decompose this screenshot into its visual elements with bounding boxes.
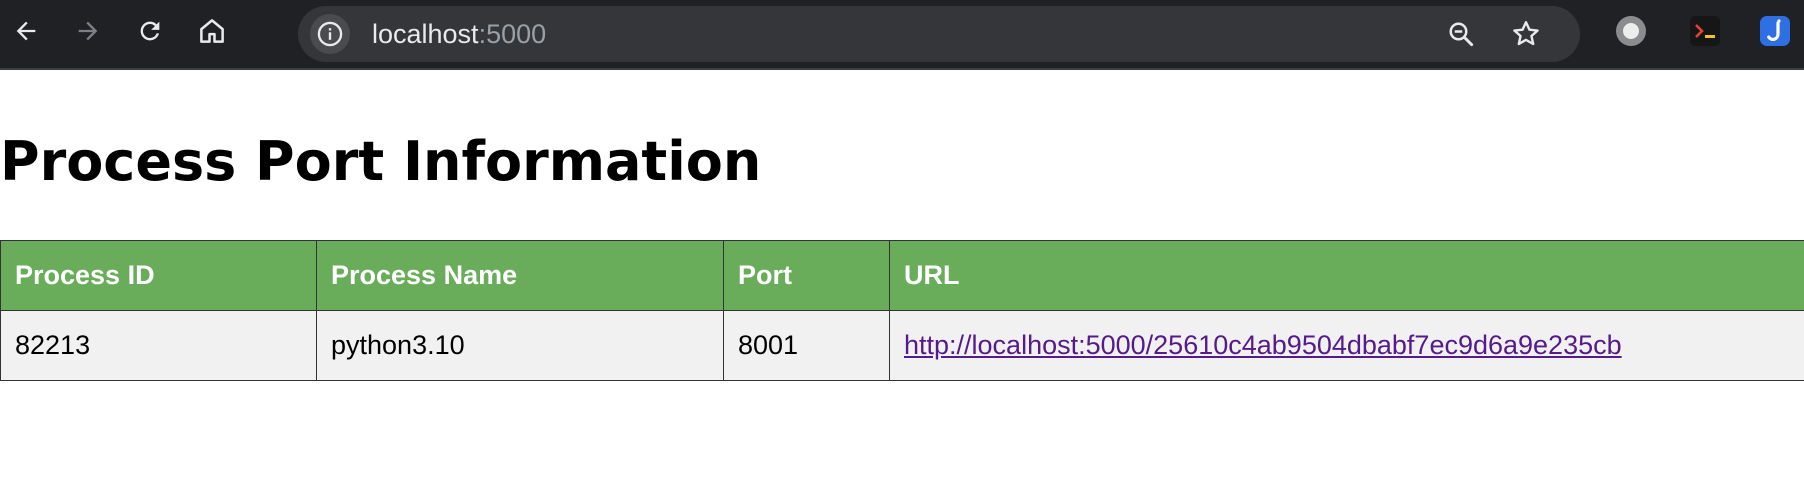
cell-process-id: 82213 — [0, 310, 317, 381]
star-icon — [1513, 21, 1539, 46]
cell-url: http://localhost:5000/25610c4ab9504dbabf… — [889, 310, 1804, 381]
address-bar[interactable]: localhost:5000 — [298, 6, 1580, 62]
back-button[interactable] — [6, 11, 46, 51]
extension-circle-button[interactable] — [1614, 14, 1648, 48]
forward-button[interactable] — [68, 11, 108, 51]
url-text[interactable]: localhost:5000 — [372, 19, 546, 49]
reload-icon — [140, 21, 160, 41]
url-port: :5000 — [478, 19, 547, 49]
cell-process-name: python3.10 — [316, 310, 724, 381]
j-extension-icon — [1760, 16, 1790, 46]
zoom-button[interactable] — [1446, 19, 1476, 53]
header-process-id: Process ID — [0, 240, 317, 311]
process-port-table: Process ID Process Name Port URL 82213 p… — [0, 240, 1804, 381]
header-port: Port — [723, 240, 890, 311]
table-row: 82213 python3.10 8001 http://localhost:5… — [0, 310, 1804, 381]
home-button[interactable] — [192, 11, 232, 51]
cell-port: 8001 — [723, 310, 890, 381]
process-url-link[interactable]: http://localhost:5000/25610c4ab9504dbabf… — [904, 330, 1622, 360]
table-header-row: Process ID Process Name Port URL — [0, 240, 1804, 311]
bookmark-button[interactable] — [1510, 18, 1542, 54]
circle-extension-icon — [1616, 16, 1646, 46]
arrow-right-icon — [78, 21, 98, 41]
home-icon — [200, 19, 224, 43]
extension-terminal-button[interactable] — [1688, 14, 1722, 48]
reload-button[interactable] — [130, 11, 170, 51]
page-title: Process Port Information — [0, 130, 762, 193]
header-url: URL — [889, 240, 1804, 311]
url-host: localhost — [372, 19, 479, 49]
site-info-button[interactable] — [310, 14, 350, 54]
extension-j-button[interactable] — [1758, 14, 1792, 48]
zoom-out-icon — [1449, 22, 1474, 47]
info-icon — [317, 21, 343, 47]
arrow-left-icon — [16, 21, 36, 41]
terminal-extension-icon — [1690, 16, 1720, 46]
header-process-name: Process Name — [316, 240, 724, 311]
browser-toolbar: localhost:5000 — [0, 0, 1804, 70]
